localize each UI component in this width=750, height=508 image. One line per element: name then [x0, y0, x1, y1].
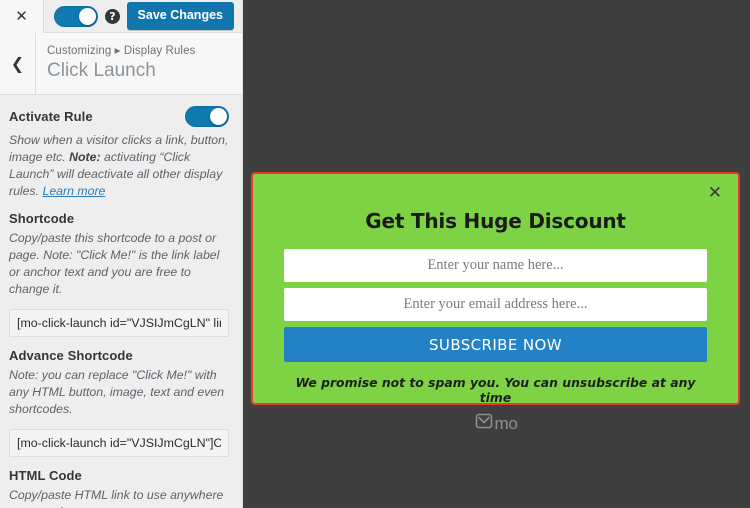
sidebar-scrollbar[interactable]	[237, 96, 242, 508]
shortcode-value: [mo-click-launch id="VJSIJmCgLN" lir	[17, 315, 221, 330]
breadcrumb-panel: ❮ Customizing ▸ Display Rules Click Laun…	[0, 33, 242, 95]
advance-shortcode-label: Advance Shortcode	[9, 347, 133, 363]
html-code-description: Copy/paste HTML link to use anywhere on …	[9, 487, 224, 508]
breadcrumb-path: Customizing ▸ Display Rules	[47, 45, 196, 57]
mailoptin-brand: mo	[243, 412, 750, 435]
customizer-topbar: ✕ ? Save Changes	[0, 0, 242, 33]
close-icon[interactable]: ✕	[0, 0, 44, 33]
activate-rule-header: Activate Rule	[9, 106, 229, 127]
brand-word: mo	[494, 414, 518, 433]
activate-rule-toggle[interactable]	[185, 106, 229, 127]
section-html-code: HTML Code Copy/paste HTML link to use an…	[9, 468, 229, 508]
advance-shortcode-description: Note: you can replace "Click Me!" with a…	[9, 367, 225, 416]
optin-headline: Get This Huge Discount	[365, 209, 626, 233]
html-code-label: HTML Code	[9, 467, 82, 483]
optin-disclaimer: We promise not to spam you. You can unsu…	[295, 375, 696, 405]
toggle-knob	[210, 108, 227, 125]
subscribe-button[interactable]: SUBSCRIBE NOW	[284, 327, 707, 362]
help-icon[interactable]: ?	[105, 8, 120, 24]
email-input[interactable]: Enter your email address here...	[284, 288, 707, 321]
section-advance-shortcode: Advance Shortcode Note: you can replace …	[9, 348, 229, 457]
breadcrumb: Customizing ▸ Display Rules Click Launch	[36, 33, 195, 94]
optin-popup: ✕ Get This Huge Discount Enter your name…	[251, 172, 740, 405]
toggle-knob	[79, 7, 96, 25]
advance-shortcode-value: [mo-click-launch id="VJSIJmCgLN"]C	[17, 435, 221, 450]
learn-more-link[interactable]: Learn more	[43, 184, 106, 198]
page-title: Click Launch	[47, 60, 156, 81]
master-toggle[interactable]	[54, 5, 98, 27]
shortcode-input[interactable]: [mo-click-launch id="VJSIJmCgLN" lir	[9, 308, 229, 337]
customizer-sidebar: ✕ ? Save Changes ❮ Customizing ▸ Display…	[0, 0, 243, 508]
save-changes-button[interactable]: Save Changes	[126, 2, 234, 30]
section-activate-rule: Activate Rule Show when a visitor clicks…	[9, 106, 229, 200]
settings-panel: Activate Rule Show when a visitor clicks…	[0, 95, 242, 508]
preview-area: ✕ Get This Huge Discount Enter your name…	[243, 0, 750, 508]
activate-desc-note: Note:	[69, 149, 101, 164]
name-input[interactable]: Enter your name here...	[284, 249, 707, 282]
envelope-icon	[475, 412, 493, 435]
customizer-app: ✕ ? Save Changes ❮ Customizing ▸ Display…	[0, 0, 750, 508]
activate-rule-label: Activate Rule	[9, 109, 93, 124]
activate-rule-description: Show when a visitor clicks a link, butto…	[9, 132, 229, 200]
section-shortcode: Shortcode Copy/paste this shortcode to a…	[9, 211, 229, 337]
close-icon[interactable]: ✕	[708, 185, 722, 202]
shortcode-description: Copy/paste this shortcode to a post or p…	[9, 230, 220, 296]
shortcode-label: Shortcode	[9, 210, 75, 226]
chevron-left-icon[interactable]: ❮	[0, 33, 36, 94]
advance-shortcode-input[interactable]: [mo-click-launch id="VJSIJmCgLN"]C	[9, 428, 229, 457]
